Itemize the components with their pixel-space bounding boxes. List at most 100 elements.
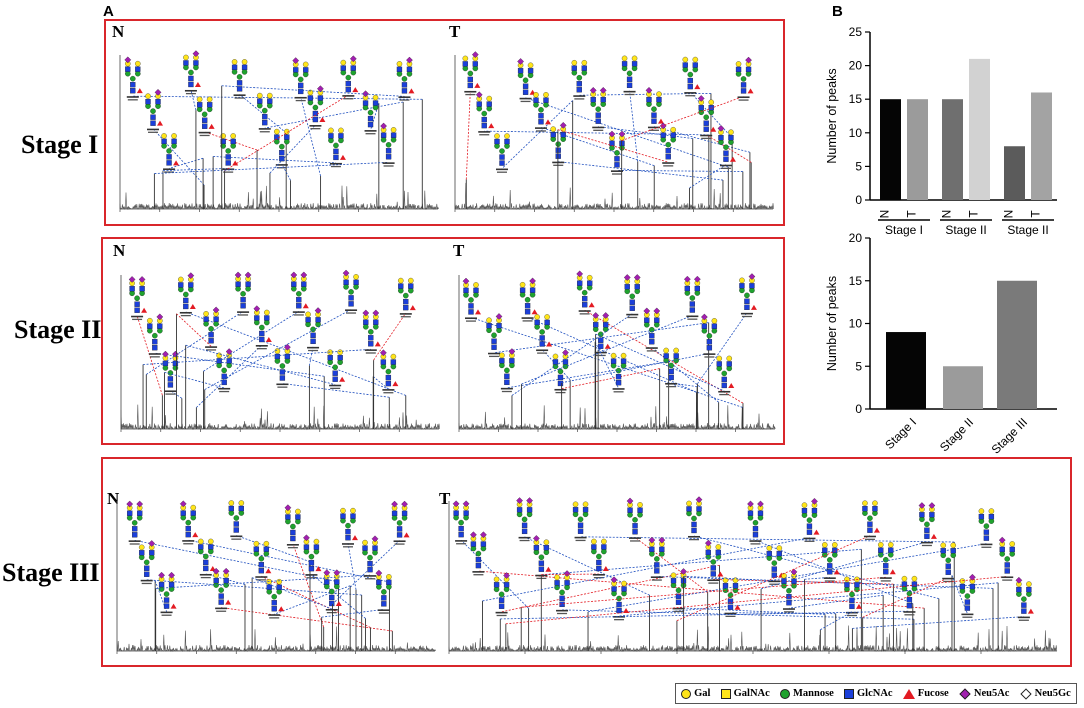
glycan-structure-icon xyxy=(284,504,301,549)
bar-2 xyxy=(942,99,963,200)
legend-label: Mannose xyxy=(792,688,834,699)
legend-label: Fucose xyxy=(917,688,949,699)
glycan-structure-icon xyxy=(589,87,607,131)
peak-annotation-line xyxy=(465,90,471,180)
neu5ac-icon xyxy=(959,687,971,700)
glycan-structure-icon xyxy=(198,538,216,579)
bar-1 xyxy=(943,366,983,409)
glycan-structure-icon xyxy=(822,542,840,582)
fucose-icon xyxy=(902,688,915,699)
spectrum-trace xyxy=(458,402,776,431)
glycan-structure-icon xyxy=(362,309,381,354)
stage-2-t-spectrum xyxy=(458,270,776,432)
peak-annotation-line xyxy=(561,352,710,384)
glycan-structure-icon xyxy=(747,500,764,545)
stage-1-t-spectrum xyxy=(454,51,774,212)
x-tick-label: N xyxy=(1002,210,1016,219)
glycan-structure-icon xyxy=(305,307,322,352)
glycan-structure-icon xyxy=(380,349,399,394)
legend-item-mannose: Mannose xyxy=(779,688,834,699)
glycan-structure-icon xyxy=(196,96,215,137)
y-tick-label: 5 xyxy=(855,359,862,373)
glycan-structure-icon xyxy=(128,276,148,321)
peak-annotation-line xyxy=(621,96,744,141)
peak-annotation-line xyxy=(524,536,650,596)
peak-annotation-line xyxy=(292,543,325,628)
y-tick-label: 0 xyxy=(855,402,862,416)
peak-annotation-line xyxy=(251,577,332,610)
y-tick-label: 15 xyxy=(849,92,863,106)
glycan-structure-icon xyxy=(716,355,735,396)
stage-2-n-label: N xyxy=(113,241,126,260)
glycan-structure-icon xyxy=(739,273,757,318)
glycan-structure-icon xyxy=(534,314,553,354)
legend-label: Gal xyxy=(694,688,711,699)
glycan-structure-icon xyxy=(234,271,252,316)
glycan-structure-icon xyxy=(626,497,643,542)
legend-item-gal: Gal xyxy=(681,688,710,699)
glycan-structure-icon xyxy=(571,60,588,100)
glycan-structure-icon xyxy=(138,540,156,585)
glycan-structure-icon xyxy=(183,50,201,95)
glycan-structure-icon xyxy=(621,55,638,96)
glycan-structure-icon xyxy=(327,349,346,390)
legend-item-glcnac: GlcNAc xyxy=(844,688,893,699)
bar-0 xyxy=(886,332,926,409)
glycan-structure-icon xyxy=(342,269,359,314)
glycan-structure-icon xyxy=(659,122,676,167)
legend-label: Neu5Gc xyxy=(1034,688,1071,699)
glycan-structure-icon xyxy=(290,271,309,316)
glycan-structure-icon xyxy=(552,349,569,394)
y-tick-label: 20 xyxy=(849,231,863,245)
bar-2 xyxy=(997,280,1037,409)
glycan-structure-icon xyxy=(253,540,272,581)
peak-annotation-line xyxy=(152,128,205,186)
glycan-structure-icon xyxy=(220,133,239,173)
y-tick-label: 0 xyxy=(855,193,862,207)
glycan-structure-icon xyxy=(380,122,397,167)
glycan-structure-icon xyxy=(266,578,285,619)
glycan-structure-icon xyxy=(452,500,470,545)
spectrum-trace xyxy=(120,404,440,431)
legend-item-neu5ac: Neu5Ac xyxy=(959,687,1009,700)
glycan-structure-icon xyxy=(462,277,481,322)
glycan-structure-icon xyxy=(475,91,495,136)
glycan-structure-icon xyxy=(735,56,754,101)
glycan-structure-icon xyxy=(179,500,199,545)
legend-item-neu5gc: Neu5Gc xyxy=(1019,687,1071,700)
glycan-structure-icon xyxy=(682,56,701,97)
glycan-structure-icon xyxy=(147,313,164,358)
stage-3-spectra-box: N T xyxy=(101,457,1072,667)
stage-1-spectra-box: N T xyxy=(104,19,785,226)
stage-label-3: Stage III xyxy=(2,558,100,587)
glycan-structure-icon xyxy=(918,502,937,547)
glycan-structure-icon xyxy=(781,568,798,613)
y-tick-label: 15 xyxy=(849,274,863,288)
stage-2-t-label: T xyxy=(453,241,465,260)
x-tick-label: Stage I xyxy=(882,415,919,452)
y-tick-label: 5 xyxy=(855,159,862,173)
peak-annotation-line xyxy=(239,94,287,134)
mannose-icon xyxy=(779,688,790,699)
legend-item-galnac: GalNAc xyxy=(720,688,770,699)
stage-1-n-spectrum xyxy=(119,50,439,212)
glycan-structure-icon xyxy=(303,534,322,579)
glycan-structure-icon xyxy=(178,272,196,317)
glycan-structure-icon xyxy=(362,90,379,135)
panel-label-a: A xyxy=(103,3,114,20)
glycan-structure-icon xyxy=(307,85,326,130)
peak-annotation-line xyxy=(221,85,405,97)
glycan-structure-icon xyxy=(494,133,510,173)
peak-annotation-line xyxy=(204,309,352,390)
galnac-icon xyxy=(720,688,731,699)
glycan-structure-icon xyxy=(145,89,164,133)
glycan-structure-icon xyxy=(697,95,717,140)
glycan-structure-icon xyxy=(670,568,687,613)
peak-annotation-line xyxy=(168,157,204,169)
peak-annotation-line xyxy=(132,95,423,100)
peak-annotation-line xyxy=(309,346,314,366)
peak-annotation-line xyxy=(505,576,1008,625)
stage-3-t-spectrum xyxy=(448,496,1058,654)
glycan-structure-icon xyxy=(493,572,510,617)
glycan-structure-icon xyxy=(978,508,995,548)
